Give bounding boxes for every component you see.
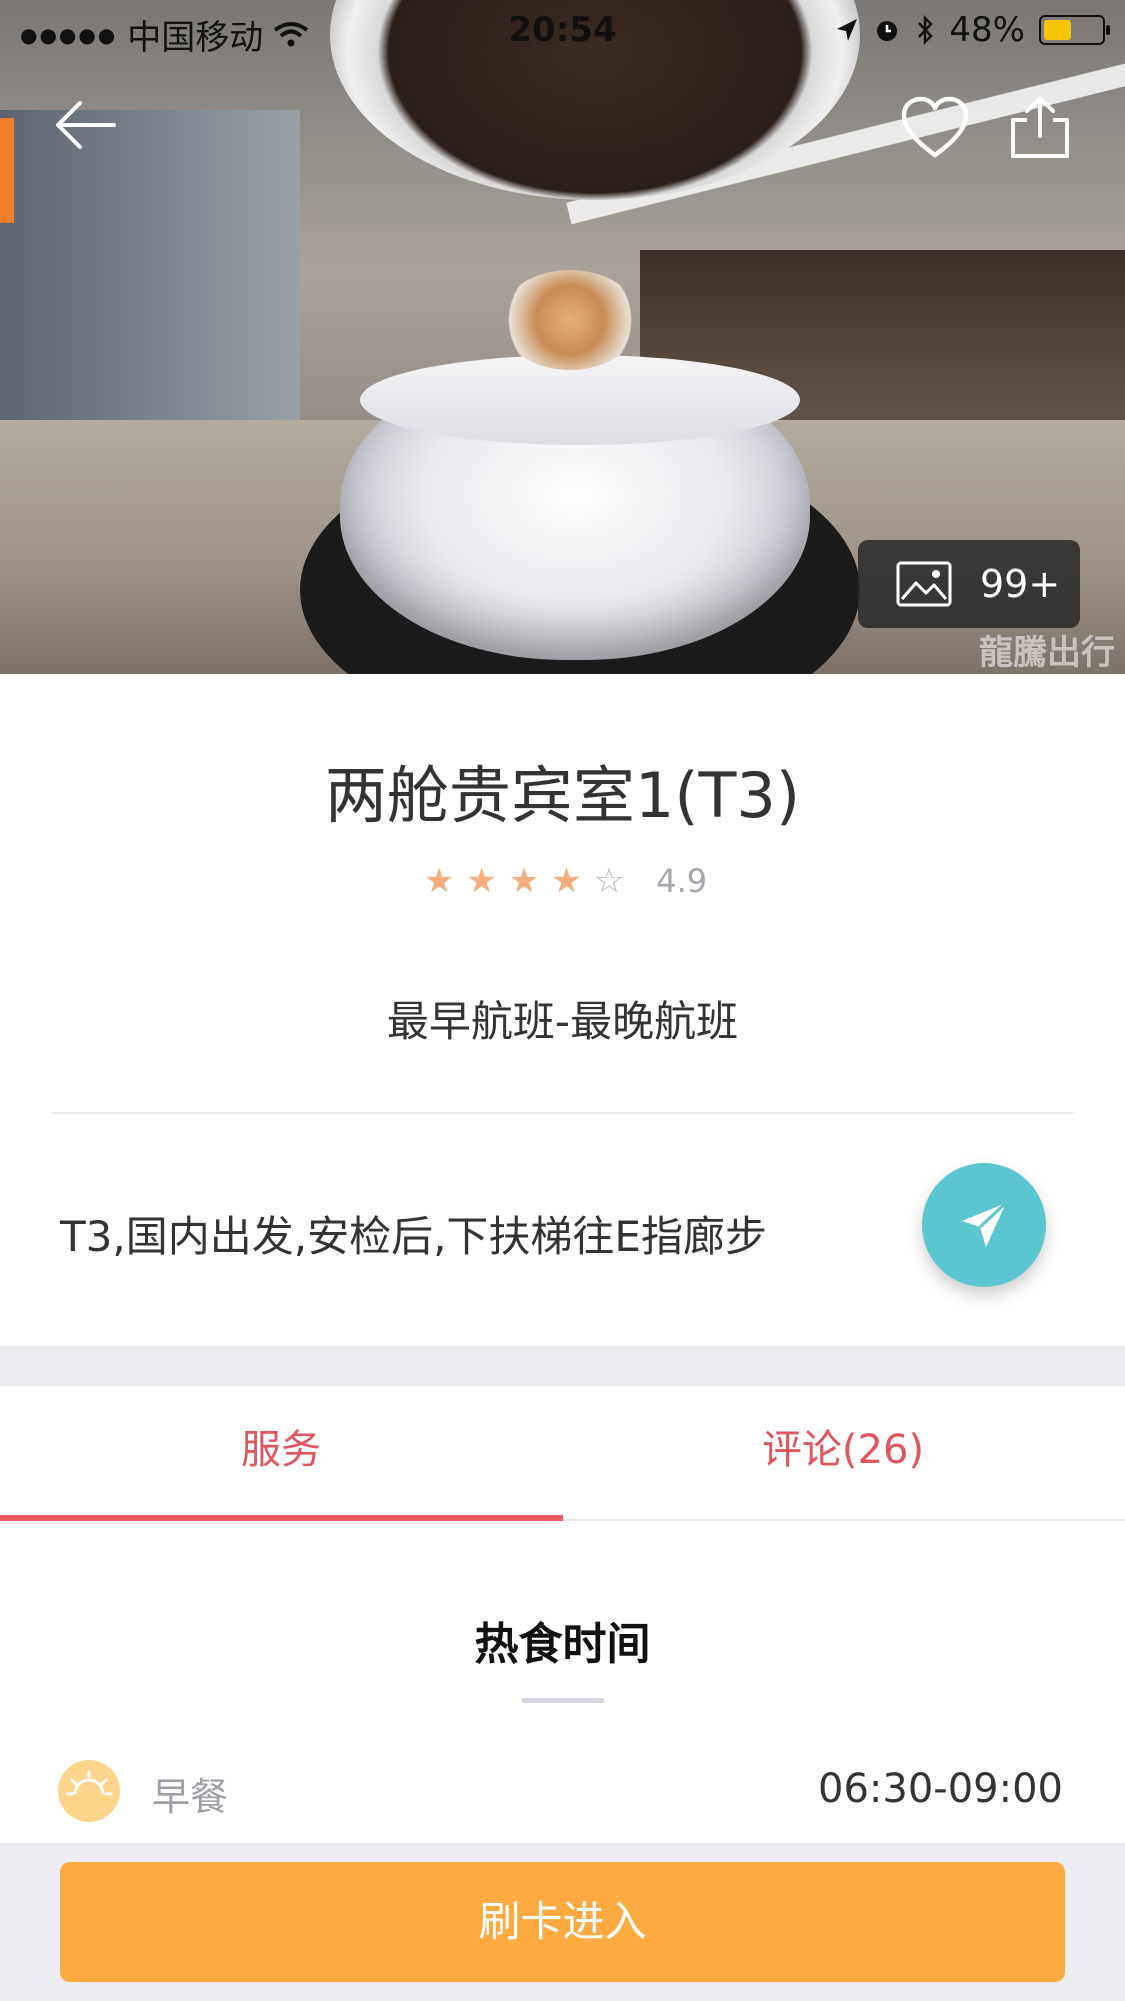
share-upload-icon	[1011, 96, 1069, 158]
photo-gallery-button[interactable]: 99+	[858, 540, 1080, 628]
tab-bar: 服务 评论(26)	[0, 1386, 1125, 1521]
section-gap	[0, 1346, 1125, 1386]
status-bar: ●●●●● 中国移动 20:54 48%	[0, 0, 1125, 60]
photo-watermark: 龍騰出行	[979, 633, 1115, 673]
back-button[interactable]	[50, 95, 120, 155]
app-screen: 龍騰出行 ●●●●● 中国移动 20:54 48% 99+ 两舱贵宾室1(T3)…	[0, 0, 1125, 2001]
meal-label: 早餐	[152, 1775, 229, 1819]
photo-sign	[0, 118, 14, 223]
battery-percent: 48%	[949, 10, 1025, 50]
alarm-icon	[877, 21, 898, 41]
meal-row: 早餐 06:30-09:00	[0, 1760, 1125, 1840]
battery-icon	[1039, 15, 1110, 45]
image-icon	[896, 561, 952, 607]
photo-flowers	[500, 270, 640, 370]
meal-time: 06:30-09:00	[818, 1766, 1063, 1812]
sunrise-icon	[58, 1760, 120, 1822]
battery-fill	[1044, 20, 1071, 40]
rating-score: 4.9	[656, 862, 708, 900]
section-title-underline	[522, 1698, 604, 1703]
photo-count: 99+	[980, 562, 1061, 606]
rating-row: ★ ★ ★ ★ ☆ 4.9	[0, 862, 1125, 900]
bottom-action-bar: 刷卡进入	[0, 1843, 1125, 2001]
tab-services[interactable]: 服务	[0, 1386, 562, 1519]
lounge-title: 两舱贵宾室1(T3)	[324, 759, 801, 832]
star-icon: ☆	[593, 861, 625, 901]
star-icon: ★	[508, 861, 540, 901]
divider	[52, 1112, 1075, 1114]
favorite-button[interactable]	[900, 95, 970, 160]
star-icon: ★	[551, 861, 582, 901]
bluetooth-icon	[918, 15, 934, 45]
section-title: 热食时间	[474, 1619, 651, 1670]
lounge-address: T3,国内出发,安检后,下扶梯往E指廊步	[60, 1212, 767, 1261]
heart-outline-icon	[901, 96, 969, 158]
opening-hours: 最早航班-最晚航班	[386, 997, 739, 1046]
share-button[interactable]	[1005, 92, 1075, 162]
navigate-button[interactable]	[922, 1163, 1046, 1287]
active-tab-indicator	[0, 1515, 563, 1521]
swipe-card-enter-button[interactable]: 刷卡进入	[60, 1862, 1065, 1982]
star-icon: ★	[423, 861, 455, 901]
arrow-left-icon	[56, 101, 116, 149]
paper-plane-icon	[962, 1201, 1008, 1247]
star-icon: ★	[466, 861, 497, 901]
tab-reviews[interactable]: 评论(26)	[562, 1386, 1124, 1519]
location-arrow-icon	[837, 19, 858, 41]
